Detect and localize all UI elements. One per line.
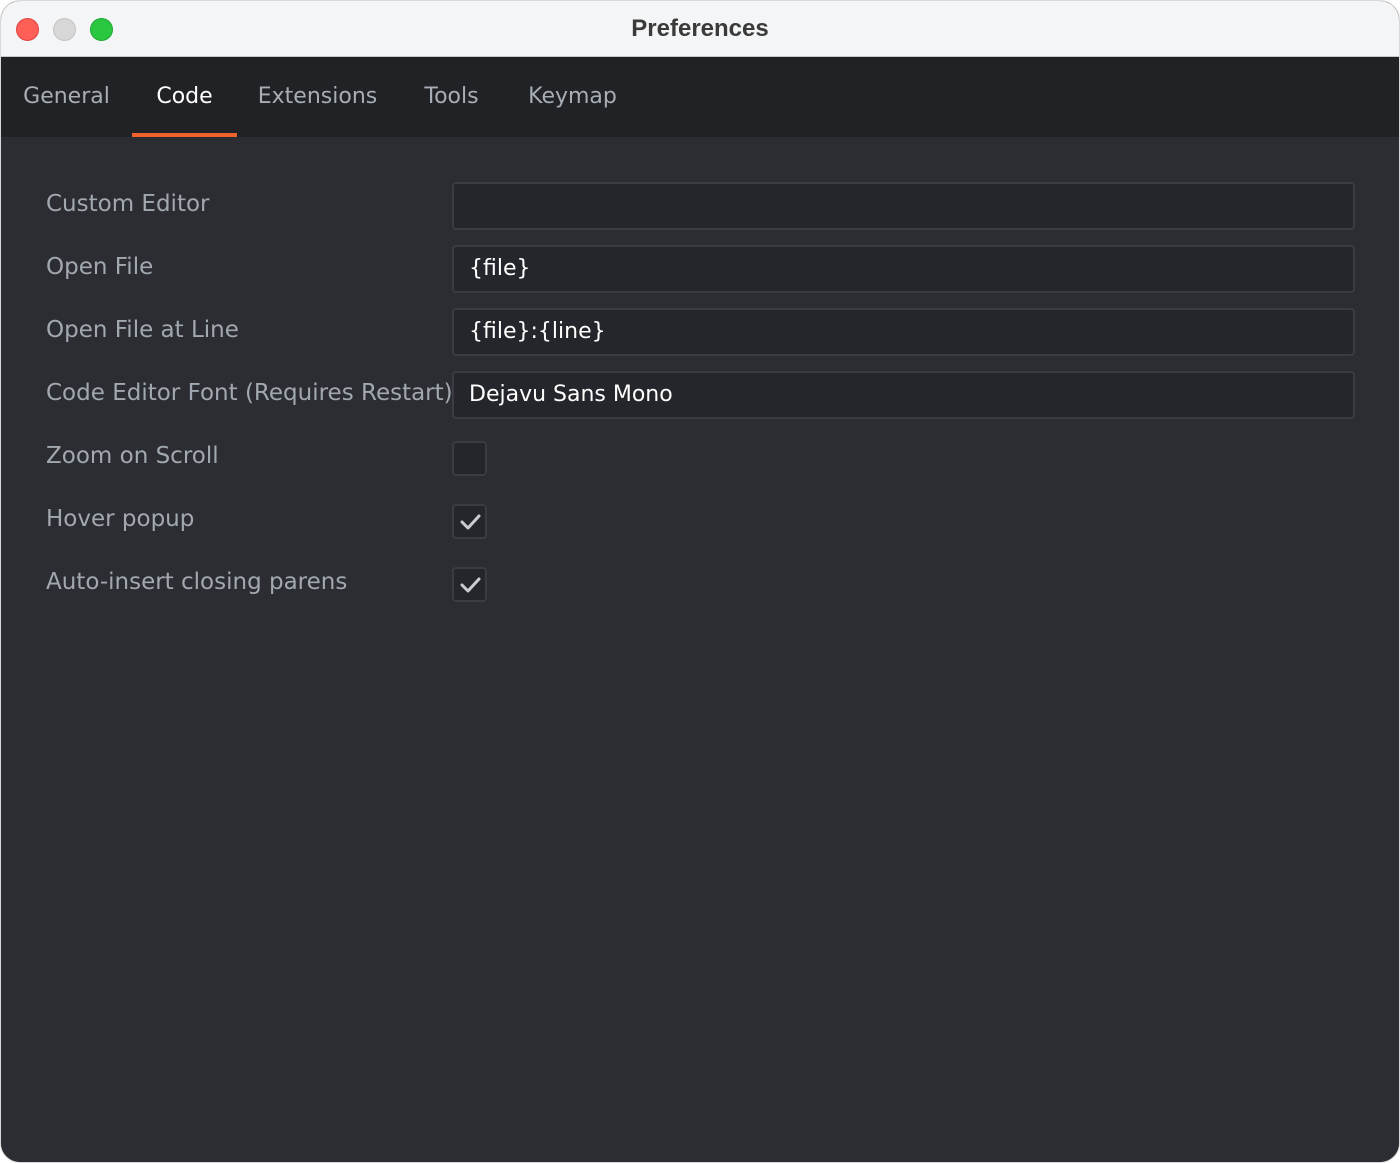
open-file-label: Open File bbox=[46, 254, 154, 280]
code-editor-font-input[interactable]: Dejavu Sans Mono bbox=[452, 371, 1355, 419]
custom-editor-input[interactable] bbox=[452, 182, 1355, 230]
title-bar: Preferences bbox=[1, 1, 1399, 57]
tab-keymap[interactable]: Keymap bbox=[505, 57, 640, 137]
custom-editor-label: Custom Editor bbox=[46, 191, 210, 217]
zoom-on-scroll-checkbox[interactable] bbox=[452, 441, 487, 476]
code-settings-panel: Custom Editor Open File {file} Open File… bbox=[1, 137, 1399, 1162]
hover-popup-checkbox[interactable] bbox=[452, 504, 487, 539]
tab-extensions[interactable]: Extensions bbox=[237, 57, 398, 137]
open-file-at-line-input[interactable]: {file}:{line} bbox=[452, 308, 1355, 356]
tab-bar: General Code Extensions Tools Keymap bbox=[1, 57, 1399, 137]
tab-tools[interactable]: Tools bbox=[398, 57, 505, 137]
hover-popup-label: Hover popup bbox=[46, 506, 195, 532]
open-file-at-line-label: Open File at Line bbox=[46, 317, 239, 343]
checkmark-icon bbox=[460, 577, 481, 593]
zoom-on-scroll-label: Zoom on Scroll bbox=[46, 443, 219, 469]
preferences-window: Preferences General Code Extensions Tool… bbox=[0, 0, 1400, 1163]
auto-insert-parens-label: Auto-insert closing parens bbox=[46, 569, 348, 595]
auto-insert-parens-checkbox[interactable] bbox=[452, 567, 487, 602]
checkmark-icon bbox=[460, 514, 481, 530]
code-editor-font-label: Code Editor Font (Requires Restart) bbox=[46, 380, 453, 406]
tab-general[interactable]: General bbox=[1, 57, 132, 137]
tab-code[interactable]: Code bbox=[132, 57, 237, 137]
open-file-input[interactable]: {file} bbox=[452, 245, 1355, 293]
window-title: Preferences bbox=[631, 15, 769, 42]
